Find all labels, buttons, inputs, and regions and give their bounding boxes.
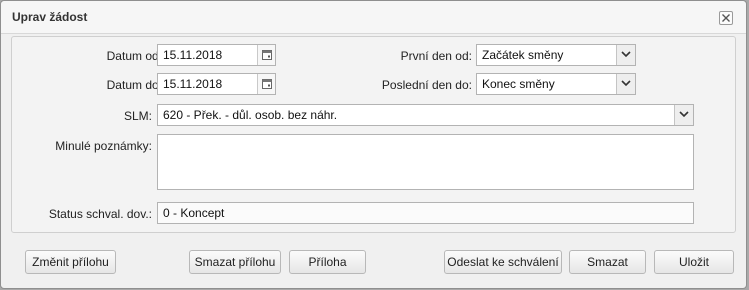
date-from-calendar-button[interactable] (257, 45, 275, 65)
date-from-field[interactable]: 15.11.2018 (157, 44, 276, 66)
first-day-value: Začátek směny (482, 48, 564, 62)
status-field[interactable]: 0 - Koncept (157, 202, 694, 224)
change-attachment-button[interactable]: Změnit přílohu (25, 250, 116, 274)
close-button[interactable] (719, 11, 733, 25)
status-value: 0 - Koncept (163, 206, 225, 220)
edit-request-dialog: Uprav žádost Datum od: 15.11.2018 Datum … (0, 0, 747, 289)
first-day-select[interactable]: Začátek směny (476, 44, 636, 66)
notes-textarea[interactable] (157, 134, 694, 190)
dialog-title: Uprav žádost (12, 10, 88, 24)
calendar-icon (262, 79, 272, 89)
slm-select[interactable]: 620 - Přek. - důl. osob. bez náhr. (157, 104, 694, 126)
delete-attachment-button[interactable]: Smazat přílohu (189, 250, 281, 274)
last-day-label: Poslední den do: (381, 78, 472, 92)
date-to-field[interactable]: 15.11.2018 (157, 73, 276, 95)
calendar-icon (262, 50, 272, 60)
first-day-dropdown-button[interactable] (616, 45, 635, 65)
close-icon (722, 14, 730, 22)
dialog-titlebar: Uprav žádost (1, 1, 746, 34)
chevron-down-icon (621, 80, 631, 87)
date-to-value: 15.11.2018 (163, 77, 223, 91)
delete-button[interactable]: Smazat (569, 250, 646, 274)
save-button[interactable]: Uložit (654, 250, 734, 274)
slm-dropdown-button[interactable] (674, 105, 693, 125)
send-for-approval-button[interactable]: Odeslat ke schválení (444, 250, 562, 274)
form-panel: Datum od: 15.11.2018 Datum do: 15.11.201… (11, 36, 736, 233)
last-day-dropdown-button[interactable] (616, 74, 635, 94)
attachment-button[interactable]: Příloha (289, 250, 366, 274)
date-to-calendar-button[interactable] (257, 74, 275, 94)
first-day-label: První den od: (400, 49, 472, 63)
chevron-down-icon (621, 51, 631, 58)
chevron-down-icon (679, 111, 689, 118)
date-to-label: Datum do: (106, 78, 162, 92)
last-day-value: Konec směny (482, 77, 555, 91)
status-label: Status schval. dov.: (48, 207, 152, 221)
slm-value: 620 - Přek. - důl. osob. bez náhr. (163, 108, 338, 122)
last-day-select[interactable]: Konec směny (476, 73, 636, 95)
date-from-value: 15.11.2018 (163, 48, 223, 62)
date-from-label: Datum od: (106, 49, 162, 63)
notes-label: Minulé poznámky: (55, 139, 152, 153)
slm-label: SLM: (123, 109, 152, 123)
